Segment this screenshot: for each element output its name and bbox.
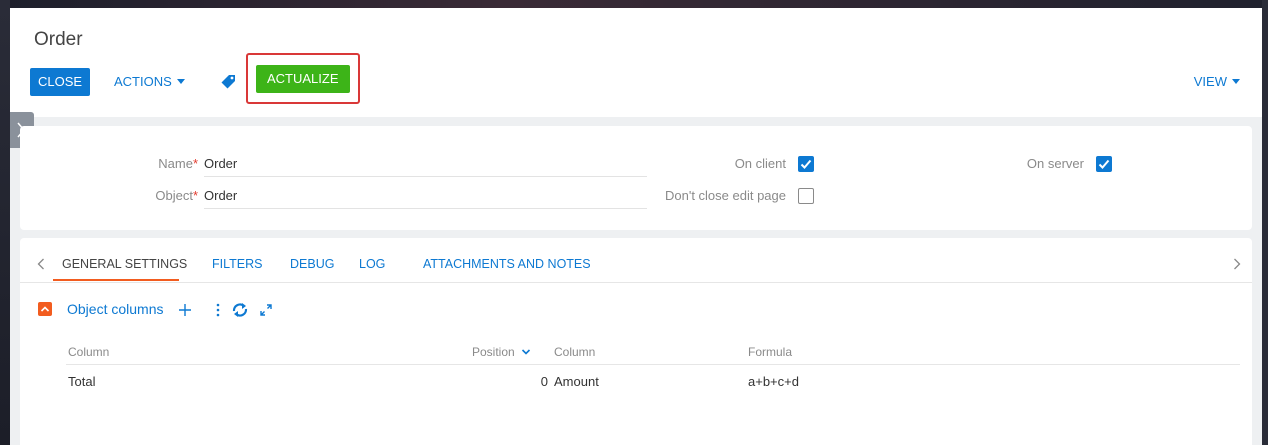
check-icon (1098, 159, 1110, 169)
tag-icon[interactable] (220, 74, 236, 90)
caret-down-icon (176, 79, 185, 84)
more-icon[interactable] (215, 302, 221, 318)
tab-debug[interactable]: DEBUG (290, 257, 334, 271)
main-fields-panel: Name* Order Object* Order On client Don'… (20, 126, 1252, 230)
chevron-left-icon[interactable] (37, 258, 45, 270)
grid-header-divider (66, 364, 1240, 365)
tab-attachments-and-notes[interactable]: ATTACHMENTS AND NOTES (423, 257, 591, 271)
column-header-position[interactable]: Position (472, 345, 531, 359)
app-container: Order CLOSE ACTIONS ACTUALIZE VIEW Name*… (10, 8, 1262, 445)
detail-title[interactable]: Object columns (67, 301, 163, 317)
column-header-target-column[interactable]: Column (554, 345, 595, 359)
dont-close-checkbox[interactable] (798, 188, 814, 204)
tab-filters[interactable]: FILTERS (212, 257, 262, 271)
window-frame-left (0, 0, 10, 445)
check-icon (800, 159, 812, 169)
name-label: Name* (158, 156, 198, 171)
on-client-checkbox[interactable] (798, 156, 814, 172)
chevron-right-icon[interactable] (1233, 258, 1241, 270)
sort-descending-icon (521, 349, 531, 355)
caret-down-icon (1232, 79, 1240, 84)
expand-icon[interactable] (260, 304, 272, 316)
actualize-button[interactable]: ACTUALIZE (256, 65, 350, 93)
window-frame-right (1262, 0, 1268, 445)
page-title: Order (34, 29, 83, 50)
column-header-column[interactable]: Column (68, 345, 109, 359)
chevron-up-icon (40, 306, 50, 312)
dont-close-label: Don't close edit page (664, 188, 786, 203)
column-header-formula[interactable]: Formula (748, 345, 792, 359)
window-frame-top (0, 0, 1268, 8)
on-server-checkbox[interactable] (1096, 156, 1112, 172)
active-tab-indicator (53, 279, 179, 281)
collapse-detail-button[interactable] (38, 302, 52, 316)
object-field[interactable]: Order (204, 188, 647, 209)
tab-general-settings[interactable]: GENERAL SETTINGS (62, 257, 187, 271)
cell-target-column: Amount (554, 374, 599, 389)
name-field[interactable]: Order (204, 156, 647, 177)
tab-log[interactable]: LOG (359, 257, 385, 271)
cell-position: 0 (540, 374, 548, 389)
cell-column: Total (68, 374, 96, 389)
close-button[interactable]: CLOSE (30, 68, 91, 96)
object-label: Object* (155, 188, 198, 203)
on-client-label: On client (734, 156, 786, 171)
page-header: Order CLOSE ACTIONS ACTUALIZE VIEW (10, 8, 1262, 117)
on-server-label: On server (1026, 156, 1084, 171)
view-menu-button[interactable]: VIEW (1194, 68, 1240, 96)
tab-bar: GENERAL SETTINGS FILTERS DEBUG LOG ATTAC… (20, 238, 1252, 283)
cell-formula: a+b+c+d (748, 374, 799, 389)
refresh-icon[interactable] (231, 302, 249, 318)
view-label: VIEW (1193, 74, 1227, 89)
actions-label: ACTIONS (114, 74, 172, 89)
add-icon[interactable] (178, 303, 192, 317)
actions-menu-button[interactable]: ACTIONS (114, 68, 185, 96)
tabs-panel: GENERAL SETTINGS FILTERS DEBUG LOG ATTAC… (20, 238, 1252, 445)
